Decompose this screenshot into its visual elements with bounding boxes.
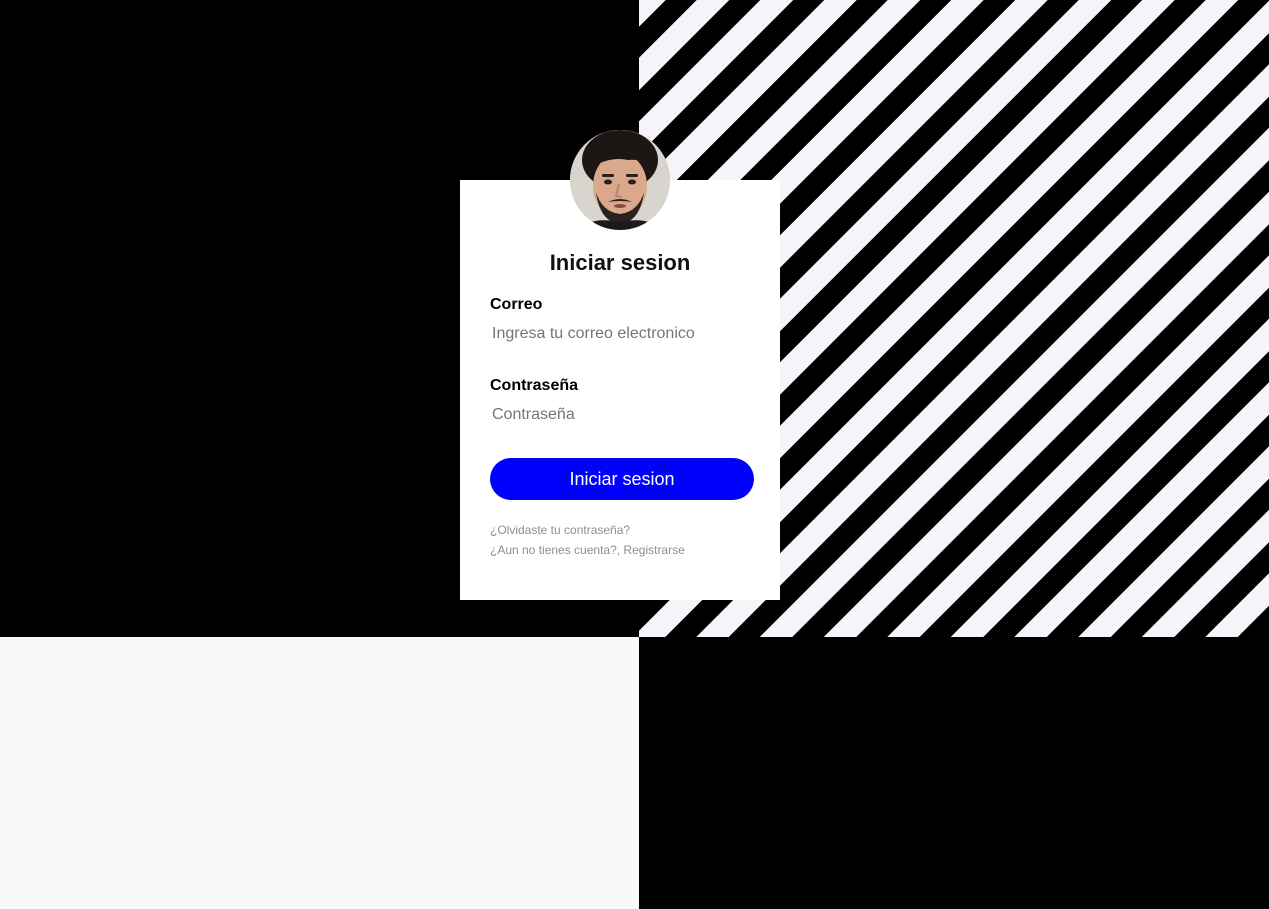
- password-label: Contraseña: [490, 377, 579, 394]
- avatar: [570, 130, 670, 230]
- email-label: Correo: [490, 296, 543, 313]
- login-button[interactable]: Iniciar sesion: [490, 458, 754, 500]
- page-title: Iniciar sesion: [549, 250, 691, 275]
- background-light-quadrant: [0, 637, 639, 909]
- background-black-quadrant-bottom: [639, 637, 1269, 909]
- login-card: Iniciar sesion Correo Contraseña Iniciar…: [460, 130, 780, 600]
- register-link[interactable]: ¿Aun no tienes cuenta?, Registrarse: [490, 543, 685, 557]
- email-field[interactable]: [490, 320, 750, 348]
- login-page: Iniciar sesion Correo Contraseña Iniciar…: [0, 0, 1269, 909]
- user-avatar-icon: [570, 130, 670, 230]
- forgot-password-link[interactable]: ¿Olvidaste tu contraseña?: [490, 523, 630, 537]
- password-field[interactable]: [490, 401, 750, 429]
